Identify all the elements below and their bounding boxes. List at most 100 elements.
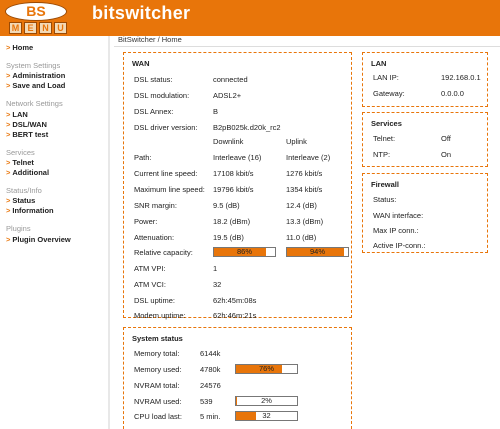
nav-administration-label: Administration bbox=[12, 71, 66, 80]
firewall-status-label: Status: bbox=[373, 195, 397, 204]
sidebar-divider bbox=[108, 36, 110, 429]
cpu-period-value: 5 min. bbox=[200, 412, 221, 421]
logo-menu-letter: N bbox=[39, 22, 52, 34]
power-up-value: 13.3 (dBm) bbox=[286, 217, 324, 226]
nav-status-label: Status bbox=[12, 196, 36, 205]
nav-section-plugins: Plugins bbox=[6, 224, 31, 233]
logo[interactable]: BS bbox=[5, 2, 67, 21]
rel-cap-up-bar: 94% bbox=[286, 247, 349, 257]
nvram-total-label: NVRAM total: bbox=[134, 381, 180, 390]
nav-section-status-info: Status/Info bbox=[6, 186, 42, 195]
nvram-used-value: 539 bbox=[200, 397, 213, 406]
arrow-icon: > bbox=[6, 71, 11, 80]
nav-dsl-wan[interactable]: > DSL/WAN bbox=[6, 120, 47, 129]
firewall-title: Firewall bbox=[371, 180, 399, 189]
driver-value: B2pB025k.d20k_rc2 bbox=[213, 123, 281, 132]
uplink-header: Uplink bbox=[286, 137, 307, 146]
nav-home[interactable]: > Home bbox=[6, 43, 33, 52]
lan-panel: LAN LAN IP: 192.168.0.1 Gateway: 0.0.0.0 bbox=[362, 52, 488, 107]
active-ip-conn-label: Active IP-conn.: bbox=[373, 241, 426, 250]
snr-label: SNR margin: bbox=[134, 201, 177, 210]
cpu-load-text: 32 bbox=[262, 411, 271, 420]
cpu-load-bar: 32 bbox=[235, 411, 298, 421]
max-speed-label: Maximum line speed: bbox=[134, 185, 205, 194]
modem-uptime-label: Modem uptime: bbox=[134, 311, 186, 320]
nav-section-system-settings: System Settings bbox=[6, 61, 61, 70]
snr-up-value: 12.4 (dB) bbox=[286, 201, 317, 210]
nav-telnet-label: Telnet bbox=[12, 158, 34, 167]
nav-information[interactable]: > Information bbox=[6, 206, 54, 215]
breadcrumb-bar: BitSwitcher / Home bbox=[114, 33, 500, 47]
dsl-modulation-value: ADSL2+ bbox=[213, 91, 242, 100]
cur-speed-down-value: 17108 kbit/s bbox=[213, 169, 254, 178]
nav-plugin-overview-label: Plugin Overview bbox=[12, 235, 71, 244]
lan-title: LAN bbox=[371, 59, 387, 68]
rel-cap-down-text: 86% bbox=[236, 247, 252, 256]
nav-plugin-overview[interactable]: > Plugin Overview bbox=[6, 235, 71, 244]
arrow-icon: > bbox=[6, 196, 11, 205]
nvram-total-value: 24576 bbox=[200, 381, 221, 390]
telnet-label: Telnet: bbox=[373, 134, 396, 143]
lan-ip-value: 192.168.0.1 bbox=[441, 73, 481, 82]
dsl-annex-value: B bbox=[213, 107, 219, 116]
logo-menu[interactable]: M E N U bbox=[9, 22, 67, 34]
mem-used-bar: 76% bbox=[235, 364, 298, 374]
mem-used-label: Memory used: bbox=[134, 365, 182, 374]
nav-bert-test-label: BERT test bbox=[12, 130, 49, 139]
arrow-icon: > bbox=[6, 120, 11, 129]
nav-dsl-wan-label: DSL/WAN bbox=[12, 120, 47, 129]
logo-menu-letter: E bbox=[24, 22, 37, 34]
max-speed-up-value: 1354 kbit/s bbox=[286, 185, 323, 194]
telnet-value: Off bbox=[441, 134, 451, 143]
gateway-label: Gateway: bbox=[373, 89, 405, 98]
rel-cap-label: Relative capacity: bbox=[134, 248, 193, 257]
services-title: Services bbox=[371, 119, 402, 128]
dsl-uptime-value: 62h:45m:08s bbox=[213, 296, 257, 305]
arrow-icon: > bbox=[6, 158, 11, 167]
nav-additional[interactable]: > Additional bbox=[6, 168, 49, 177]
rel-cap-down-bar: 86% bbox=[213, 247, 276, 257]
max-ip-conn-label: Max IP conn.: bbox=[373, 226, 419, 235]
brand-title: bitswitcher bbox=[92, 3, 191, 23]
arrow-icon: > bbox=[6, 110, 11, 119]
logo-menu-letter: M bbox=[9, 22, 22, 34]
gateway-value: 0.0.0.0 bbox=[441, 89, 464, 98]
max-speed-down-value: 19796 kbit/s bbox=[213, 185, 254, 194]
dsl-status-value: connected bbox=[213, 75, 248, 84]
nav-status[interactable]: > Status bbox=[6, 196, 35, 205]
nav-telnet[interactable]: > Telnet bbox=[6, 158, 34, 167]
arrow-icon: > bbox=[6, 130, 11, 139]
path-down-value: Interleave (16) bbox=[213, 153, 262, 162]
ntp-label: NTP: bbox=[373, 150, 391, 159]
nav-save-and-load-label: Save and Load bbox=[12, 81, 66, 90]
mem-total-label: Memory total: bbox=[134, 349, 180, 358]
system-status-panel: System status Memory total: 6144k Memory… bbox=[123, 327, 352, 429]
system-status-title: System status bbox=[132, 334, 183, 343]
nav-lan[interactable]: > LAN bbox=[6, 110, 28, 119]
ntp-value: On bbox=[441, 150, 452, 159]
arrow-icon: > bbox=[6, 43, 11, 52]
downlink-header: Downlink bbox=[213, 137, 244, 146]
nav-administration[interactable]: > Administration bbox=[6, 71, 65, 80]
dsl-annex-label: DSL Annex: bbox=[134, 107, 174, 116]
logo-menu-letter: U bbox=[54, 22, 67, 34]
dsl-status-label: DSL status: bbox=[134, 75, 173, 84]
nvram-used-bar: 2% bbox=[235, 396, 298, 406]
sidebar: > Home System Settings > Administration > S… bbox=[0, 36, 108, 429]
arrow-icon: > bbox=[6, 168, 11, 177]
mem-used-value: 4780k bbox=[200, 365, 221, 374]
nav-bert-test[interactable]: > BERT test bbox=[6, 130, 48, 139]
nav-save-and-load[interactable]: > Save and Load bbox=[6, 81, 65, 90]
wan-panel: WAN DSL status: connected DSL modulation… bbox=[123, 52, 352, 320]
nvram-used-label: NVRAM used: bbox=[134, 397, 182, 406]
nav-information-label: Information bbox=[12, 206, 54, 215]
nav-section-network-settings: Network Settings bbox=[6, 99, 63, 108]
services-panel: Services Telnet: Off NTP: On bbox=[362, 112, 488, 167]
cur-speed-label: Current line speed: bbox=[134, 169, 198, 178]
atm-vci-label: ATM VCI: bbox=[134, 280, 166, 289]
attenuation-label: Attenuation: bbox=[134, 233, 175, 242]
cur-speed-up-value: 1276 kbit/s bbox=[286, 169, 323, 178]
driver-label: DSL driver version: bbox=[134, 123, 198, 132]
rel-cap-up-text: 94% bbox=[309, 247, 325, 256]
snr-down-value: 9.5 (dB) bbox=[213, 201, 240, 210]
